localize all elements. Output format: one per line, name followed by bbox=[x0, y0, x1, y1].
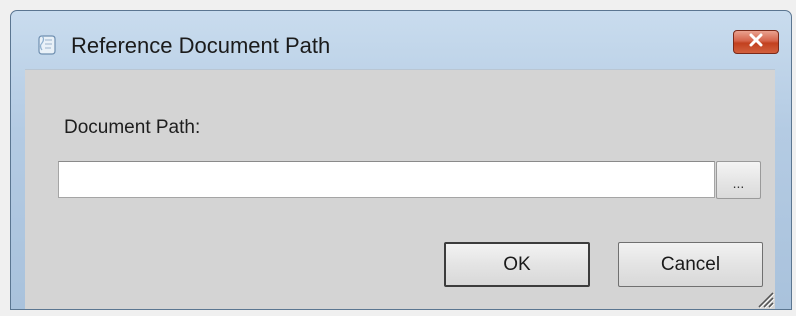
title-bar[interactable]: Reference Document Path bbox=[11, 11, 791, 69]
document-icon bbox=[35, 33, 59, 57]
close-x-icon bbox=[748, 33, 764, 52]
ok-button[interactable]: OK bbox=[444, 242, 590, 287]
close-button[interactable] bbox=[733, 30, 779, 54]
resize-grip-icon[interactable] bbox=[753, 287, 775, 309]
dialog-body: Document Path: ... OK Cancel bbox=[25, 69, 775, 309]
dialog-title: Reference Document Path bbox=[71, 33, 331, 58]
document-path-input[interactable] bbox=[58, 161, 715, 198]
document-path-label: Document Path: bbox=[64, 117, 201, 138]
dialog-window: Reference Document Path Document Path: .… bbox=[10, 10, 792, 310]
cancel-button[interactable]: Cancel bbox=[618, 242, 763, 287]
browse-button[interactable]: ... bbox=[716, 161, 761, 199]
